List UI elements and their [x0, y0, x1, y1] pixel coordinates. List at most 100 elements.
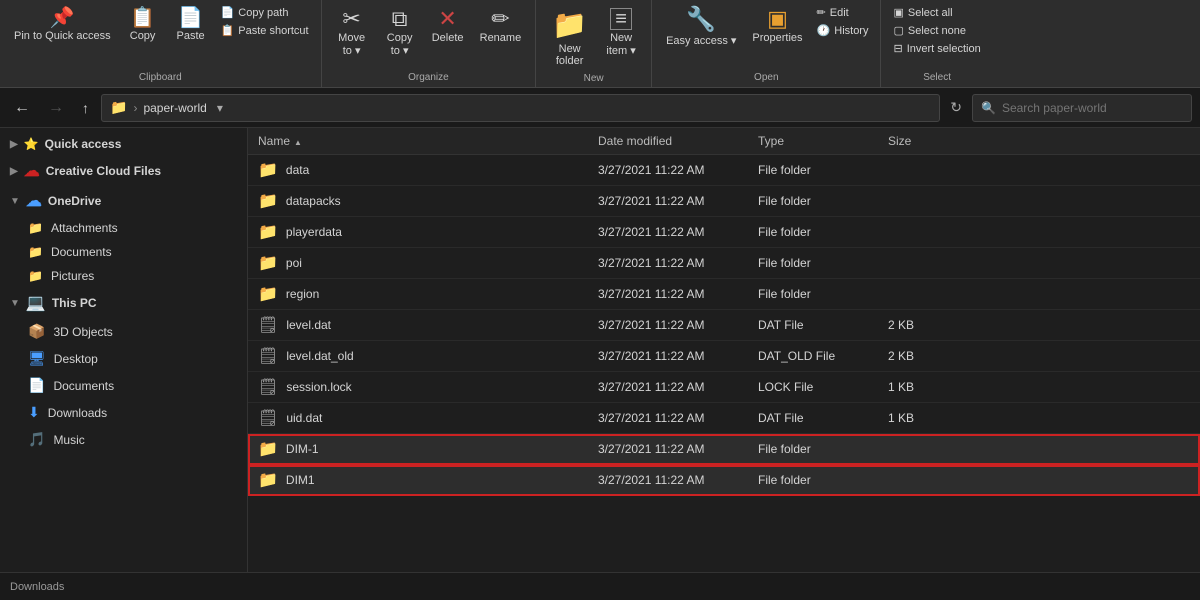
sidebar-item-onedrive[interactable]: ▼ ☁ OneDrive	[0, 186, 247, 216]
file-name: playerdata	[286, 225, 342, 239]
sidebar-item-3dobjects[interactable]: 📦 3D Objects	[0, 318, 247, 345]
file-icon: 📁	[258, 191, 278, 211]
moveto-label: Moveto ▾	[338, 32, 365, 57]
sidebar-item-documents2[interactable]: 📄 Documents	[0, 372, 247, 399]
pin-label: Pin to Quick access	[14, 30, 111, 42]
select-items: ▣ Select all ▢ Select none ⊟ Invert sele…	[889, 4, 984, 70]
file-name: datapacks	[286, 194, 341, 208]
sidebar-item-pictures[interactable]: 📁 Pictures	[0, 264, 247, 288]
paste-icon: 📄	[178, 8, 203, 28]
selectnone-button[interactable]: ▢ Select none	[889, 22, 984, 39]
path-chevron[interactable]: ▾	[213, 101, 227, 115]
quickaccess-label: Quick access	[45, 137, 122, 151]
new-label: New	[584, 73, 604, 84]
table-row[interactable]: 📁 data 3/27/2021 11:22 AM File folder	[248, 155, 1200, 186]
creativecloud-label: Creative Cloud Files	[46, 164, 161, 178]
delete-label: Delete	[432, 32, 464, 44]
sidebar-item-music[interactable]: 🎵 Music	[0, 426, 247, 453]
edit-label: Edit	[830, 7, 849, 19]
file-icon: 📁	[258, 160, 278, 180]
table-row[interactable]: 📁 DIM1 3/27/2021 11:22 AM File folder	[248, 465, 1200, 496]
sidebar-item-downloads[interactable]: ⬇ Downloads	[0, 399, 247, 426]
table-row[interactable]: 🗒 level.dat 3/27/2021 11:22 AM DAT File …	[248, 310, 1200, 341]
file-name-cell: 📁 poi	[248, 253, 588, 273]
sidebar-item-quickaccess[interactable]: ▶ ⭐ Quick access	[0, 132, 247, 156]
selectall-button[interactable]: ▣ Select all	[889, 4, 984, 21]
copy-button[interactable]: 📋 Copy	[121, 4, 165, 46]
main-layout: ▶ ⭐ Quick access ▶ ☁ Creative Cloud File…	[0, 128, 1200, 572]
clipboard-small-group: 📄 Copy path 📋 Paste shortcut	[217, 4, 313, 39]
forward-button[interactable]: →	[42, 95, 70, 121]
table-row[interactable]: 📁 poi 3/27/2021 11:22 AM File folder	[248, 248, 1200, 279]
file-type: LOCK File	[748, 380, 878, 394]
table-row[interactable]: 📁 playerdata 3/27/2021 11:22 AM File fol…	[248, 217, 1200, 248]
pin-button[interactable]: 📌 Pin to Quick access	[8, 4, 117, 46]
file-size: 2 KB	[878, 318, 958, 332]
table-row[interactable]: 🗒 uid.dat 3/27/2021 11:22 AM DAT File 1 …	[248, 403, 1200, 434]
sidebar-item-thispc[interactable]: ▼ 💻 This PC	[0, 288, 247, 318]
table-row[interactable]: 📁 datapacks 3/27/2021 11:22 AM File fold…	[248, 186, 1200, 217]
documents2-label: Documents	[53, 379, 114, 393]
header-name[interactable]: Name	[248, 134, 588, 148]
copy-label: Copy	[130, 30, 156, 42]
table-row[interactable]: 📁 DIM-1 3/27/2021 11:22 AM File folder	[248, 434, 1200, 465]
pasteshortcut-button[interactable]: 📋 Paste shortcut	[217, 22, 313, 39]
address-path[interactable]: 📁 › paper-world ▾	[101, 94, 940, 122]
copyto-label: Copyto ▾	[387, 32, 413, 57]
header-date[interactable]: Date modified	[588, 134, 748, 148]
file-icon: 📁	[258, 284, 278, 304]
file-icon: 📁	[258, 253, 278, 273]
file-name: level.dat_old	[286, 349, 353, 363]
easyaccess-button[interactable]: 🔧 Easy access ▾	[660, 4, 742, 51]
edit-button[interactable]: ✏ Edit	[813, 4, 873, 21]
file-name-cell: 🗒 uid.dat	[248, 408, 588, 428]
newitem-icon: ≡	[610, 8, 632, 30]
newfolder-button[interactable]: 📁 Newfolder	[544, 4, 595, 71]
file-type: DAT File	[748, 411, 878, 425]
header-size[interactable]: Size	[878, 134, 958, 148]
sidebar-item-creativecloud[interactable]: ▶ ☁ Creative Cloud Files	[0, 156, 247, 186]
newitem-button[interactable]: ≡ Newitem ▾	[599, 4, 643, 61]
refresh-button[interactable]: ↻	[946, 95, 966, 120]
moveto-button[interactable]: ✂ Moveto ▾	[330, 4, 374, 61]
search-input[interactable]	[1002, 101, 1183, 115]
sidebar-item-desktop[interactable]: 🖥 Desktop	[0, 345, 247, 372]
copypath-label: Copy path	[238, 7, 288, 19]
sidebar-item-attachments[interactable]: 📁 Attachments	[0, 216, 247, 240]
table-row[interactable]: 🗒 session.lock 3/27/2021 11:22 AM LOCK F…	[248, 372, 1200, 403]
delete-button[interactable]: ✕ Delete	[426, 4, 470, 48]
invertselection-icon: ⊟	[893, 42, 902, 55]
selectnone-label: Select none	[908, 25, 966, 37]
invertselection-button[interactable]: ⊟ Invert selection	[889, 40, 984, 57]
sidebar-item-documents[interactable]: 📁 Documents	[0, 240, 247, 264]
file-icon: 📁	[258, 439, 278, 459]
file-type: File folder	[748, 442, 878, 456]
creativecloud-icon: ☁	[24, 161, 40, 181]
file-name-cell: 📁 DIM1	[248, 470, 588, 490]
back-button[interactable]: ←	[8, 95, 36, 121]
properties-button[interactable]: ▣ Properties	[746, 4, 808, 48]
copypath-button[interactable]: 📄 Copy path	[217, 4, 313, 21]
file-name-cell: 📁 data	[248, 160, 588, 180]
ribbon-group-organize: ✂ Moveto ▾ ⧉ Copyto ▾ ✕ Delete ✏ Rename …	[322, 0, 537, 87]
history-button[interactable]: 🕐 History	[813, 22, 873, 39]
file-name: DIM-1	[286, 442, 319, 456]
file-name-cell: 📁 DIM-1	[248, 439, 588, 459]
copyto-button[interactable]: ⧉ Copyto ▾	[378, 4, 422, 61]
new-items: 📁 Newfolder ≡ Newitem ▾	[544, 4, 643, 71]
moveto-icon: ✂	[342, 8, 360, 30]
table-row[interactable]: 📁 region 3/27/2021 11:22 AM File folder	[248, 279, 1200, 310]
file-list: Name Date modified Type Size 📁 data 3/27…	[248, 128, 1200, 572]
header-type-label: Type	[758, 134, 784, 148]
up-button[interactable]: ↑	[76, 96, 95, 120]
table-row[interactable]: 🗒 level.dat_old 3/27/2021 11:22 AM DAT_O…	[248, 341, 1200, 372]
file-icon: 📁	[258, 222, 278, 242]
paste-button[interactable]: 📄 Paste	[169, 4, 213, 46]
thispc-expand-icon: ▼	[10, 298, 20, 309]
search-box[interactable]: 🔍	[972, 94, 1192, 122]
rename-button[interactable]: ✏ Rename	[474, 4, 528, 48]
header-type[interactable]: Type	[748, 134, 878, 148]
thispc-label: This PC	[52, 296, 97, 310]
header-name-label: Name	[258, 134, 290, 148]
file-type: File folder	[748, 473, 878, 487]
